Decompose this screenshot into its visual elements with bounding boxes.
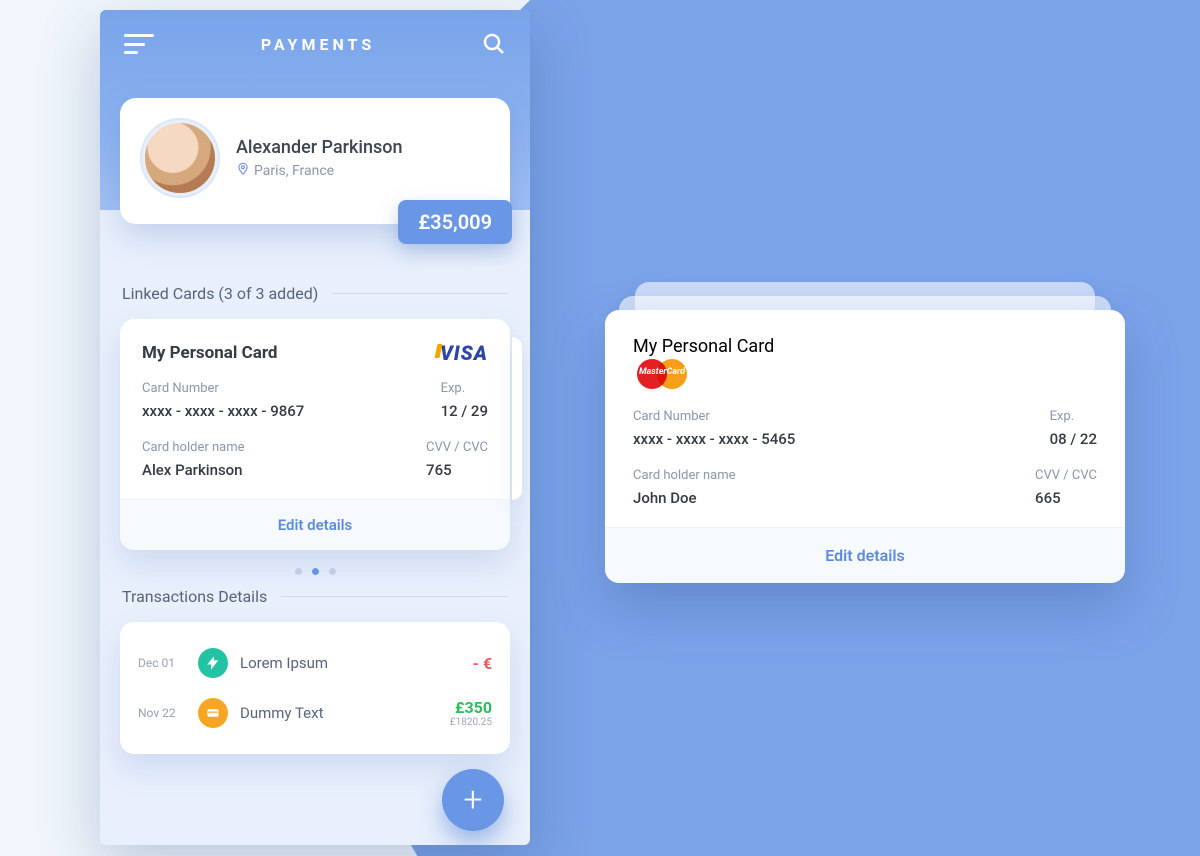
card-cvv-label: CVV / CVC <box>426 440 488 455</box>
card-title: My Personal Card <box>142 343 277 363</box>
visa-logo-icon: VISA <box>440 341 488 365</box>
card-holder: Alex Parkinson <box>142 461 245 479</box>
card-number: xxxx - xxxx - xxxx - 5465 <box>633 430 795 448</box>
tx-amount: £350 <box>450 698 492 717</box>
card-number-label: Card Number <box>142 381 304 396</box>
balance-badge[interactable]: £35,009 <box>398 200 512 244</box>
add-button[interactable]: + <box>442 769 504 831</box>
transactions-panel: Dec 01 Lorem Ipsum - € Nov 22 Dummy Text… <box>120 622 510 754</box>
card-holder-label: Card holder name <box>142 440 245 455</box>
profile-card[interactable]: Alexander Parkinson Paris, France £35,00… <box>120 98 510 224</box>
carousel-dots <box>120 568 510 575</box>
card-cvv-label: CVV / CVC <box>1035 468 1097 483</box>
card-cvv: 765 <box>426 461 488 479</box>
card-holder-label: Card holder name <box>633 468 736 483</box>
pin-icon <box>236 162 250 180</box>
linked-cards-label: Linked Cards (3 of 3 added) <box>122 284 508 303</box>
transaction-row[interactable]: Nov 22 Dummy Text £350 £1820.25 <box>138 688 492 738</box>
profile-name: Alexander Parkinson <box>236 137 403 158</box>
dot-2[interactable] <box>312 568 319 575</box>
card-stack: My Personal Card MasterCard Card Number … <box>605 310 1125 583</box>
tx-amount: - € <box>473 654 492 673</box>
card-panel-2[interactable]: My Personal Card MasterCard Card Number … <box>605 310 1125 583</box>
card-holder: John Doe <box>633 489 736 507</box>
card-cvv: 665 <box>1035 489 1097 507</box>
next-card-peek[interactable] <box>512 337 522 500</box>
dot-1[interactable] <box>295 568 302 575</box>
card-exp: 12 / 29 <box>441 402 488 420</box>
card-exp-label: Exp. <box>1050 409 1097 424</box>
tx-desc: Lorem Ipsum <box>240 654 473 672</box>
card-exp: 08 / 22 <box>1050 430 1097 448</box>
card-exp-label: Exp. <box>441 381 488 396</box>
linked-cards-text: Linked Cards (3 of 3 added) <box>122 284 318 303</box>
card-title: My Personal Card <box>633 336 1097 357</box>
transactions-label: Transactions Details <box>122 587 508 606</box>
card-number: xxxx - xxxx - xxxx - 9867 <box>142 402 304 420</box>
dot-3[interactable] <box>329 568 336 575</box>
page-title: PAYMENTS <box>261 35 375 54</box>
phone-header: PAYMENTS Alexander Parkinson Paris, Fran… <box>100 10 530 210</box>
bolt-icon <box>198 648 228 678</box>
transaction-row[interactable]: Dec 01 Lorem Ipsum - € <box>138 638 492 688</box>
edit-details-button[interactable]: Edit details <box>605 527 1125 583</box>
tx-date: Dec 01 <box>138 656 186 670</box>
tx-date: Nov 22 <box>138 706 186 720</box>
tx-desc: Dummy Text <box>240 704 450 722</box>
avatar <box>142 120 218 196</box>
mastercard-logo-icon: MasterCard <box>633 357 691 391</box>
card-number-label: Card Number <box>633 409 795 424</box>
tx-subamount: £1820.25 <box>450 717 492 728</box>
menu-icon[interactable] <box>124 34 154 54</box>
profile-location: Paris, France <box>254 163 334 179</box>
card-panel-1[interactable]: My Personal Card VISA Card Number xxxx -… <box>120 319 510 550</box>
edit-details-button[interactable]: Edit details <box>120 499 510 550</box>
transactions-text: Transactions Details <box>122 587 267 606</box>
search-icon[interactable] <box>482 32 506 56</box>
phone-frame: PAYMENTS Alexander Parkinson Paris, Fran… <box>100 10 530 845</box>
card-icon <box>198 698 228 728</box>
